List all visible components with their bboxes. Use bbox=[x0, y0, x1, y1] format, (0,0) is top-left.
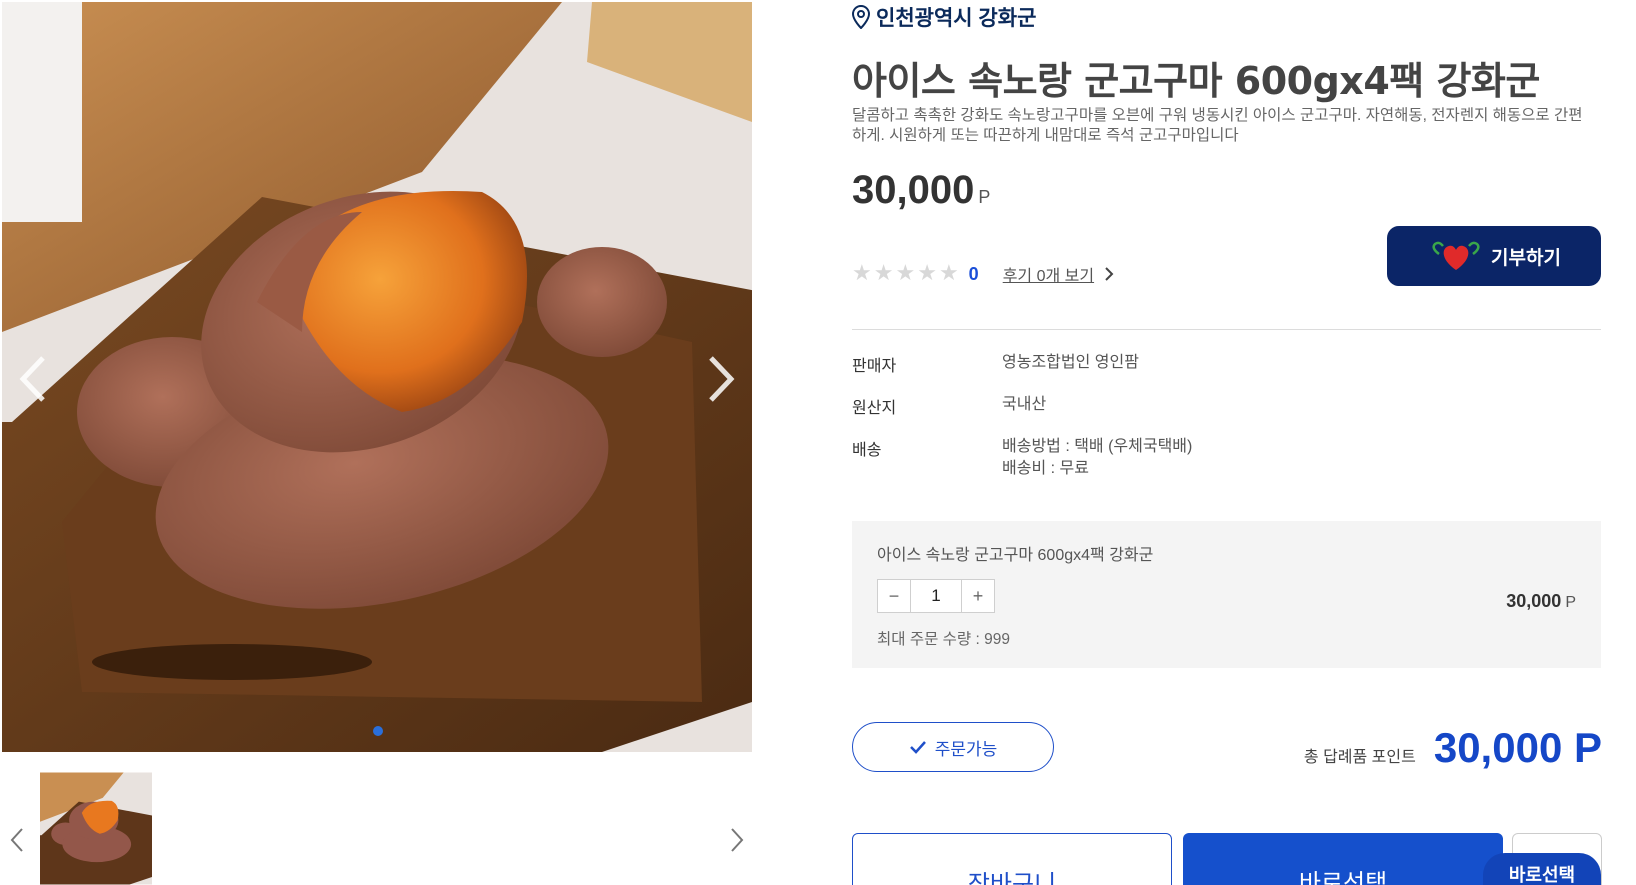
price-unit: P bbox=[978, 187, 991, 207]
spec-value: 국내산 bbox=[1002, 396, 1047, 413]
total-value: 30,000 P bbox=[1433, 724, 1602, 771]
slide-indicator-dot[interactable] bbox=[373, 726, 383, 736]
total-label: 총 답례품 포인트 bbox=[1303, 749, 1416, 766]
availability-label: 주문가능 bbox=[934, 739, 998, 759]
shipping-fee: 배송비 : 무료 bbox=[1002, 460, 1089, 477]
spec-key: 원산지 bbox=[852, 400, 897, 417]
buy-label: 바로선택 bbox=[1298, 870, 1388, 885]
floating-buy-button[interactable]: 바로선택 bbox=[1483, 853, 1601, 885]
option-price: 30,000 P bbox=[1506, 591, 1576, 612]
availability-button[interactable]: 주문가능 bbox=[852, 722, 1054, 772]
max-order-text: 최대 주문 수량 : 999 bbox=[877, 631, 1010, 648]
spec-value: 배송방법 : 택배 (우체국택배) 배송비 : 무료 bbox=[1002, 436, 1192, 480]
chevron-right-icon bbox=[731, 828, 744, 852]
rating-row: ★ ★ ★ ★ ★ 0 후기 0개 보기 bbox=[852, 262, 1114, 286]
spec-value: 영농조합법인 영인팜 bbox=[1002, 354, 1139, 371]
review-link-text: 후기 0개 보기 bbox=[1002, 268, 1095, 285]
quantity-decrease-button[interactable]: − bbox=[878, 580, 910, 612]
total-points: 총 답례품 포인트 30,000 P bbox=[1304, 724, 1602, 772]
chevron-left-icon bbox=[10, 828, 23, 852]
star-icon: ★ bbox=[873, 261, 894, 286]
location-pin-icon bbox=[852, 5, 870, 29]
sweet-potato-photo bbox=[2, 2, 752, 752]
product-main-image bbox=[2, 2, 752, 752]
region-text: 인천광역시 강화군 bbox=[876, 7, 1037, 30]
region-label: 인천광역시 강화군 bbox=[852, 2, 1036, 32]
buy-now-button[interactable]: 바로선택 bbox=[1183, 833, 1503, 885]
rating-count: 0 bbox=[968, 263, 979, 284]
review-link[interactable]: 후기 0개 보기 bbox=[1003, 262, 1114, 286]
star-icon: ★ bbox=[852, 261, 872, 286]
star-icon: ★ bbox=[917, 261, 937, 286]
shipping-method: 배송방법 : 택배 (우체국택배) bbox=[1002, 438, 1193, 455]
price-value: 30,000 bbox=[852, 168, 975, 212]
donate-label: 기부하기 bbox=[1491, 247, 1561, 269]
option-name: 아이스 속노랑 군고구마 600gx4팩 강화군 bbox=[877, 547, 1154, 564]
thumbnail-image[interactable] bbox=[40, 772, 152, 885]
option-price-unit: P bbox=[1565, 594, 1576, 611]
star-icon: ★ bbox=[895, 261, 916, 286]
thumbnail-photo bbox=[40, 772, 152, 885]
chevron-right-icon bbox=[1105, 267, 1114, 281]
next-image-button[interactable] bbox=[700, 347, 744, 411]
section-divider bbox=[852, 329, 1601, 330]
product-title: 아이스 속노랑 군고구마 600gx4팩 강화군 bbox=[852, 59, 1540, 103]
quantity-stepper: − 1 + bbox=[877, 579, 995, 613]
thumbnail-strip bbox=[0, 760, 752, 885]
prev-image-button[interactable] bbox=[10, 347, 54, 411]
selected-option-box: 아이스 속노랑 군고구마 600gx4팩 강화군 − 1 + 최대 주문 수량 … bbox=[852, 521, 1601, 668]
cart-button[interactable]: 장바구니 bbox=[852, 833, 1172, 885]
star-icon: ★ bbox=[938, 261, 959, 286]
spec-key: 판매자 bbox=[852, 358, 897, 375]
quantity-input[interactable]: 1 bbox=[910, 580, 962, 612]
thumb-prev-button[interactable] bbox=[2, 820, 32, 860]
thumb-next-button[interactable] bbox=[722, 820, 752, 860]
floating-buy-label: 바로선택 bbox=[1508, 865, 1576, 885]
quantity-increase-button[interactable]: + bbox=[962, 580, 994, 612]
heart-icon bbox=[1432, 241, 1480, 270]
donate-button[interactable]: 기부하기 bbox=[1387, 226, 1601, 286]
check-icon bbox=[909, 741, 926, 754]
chevron-right-icon bbox=[709, 356, 735, 402]
option-price-value: 30,000 bbox=[1506, 591, 1562, 611]
product-price: 30,000 P bbox=[852, 168, 990, 213]
spec-key: 배송 bbox=[852, 442, 882, 459]
chevron-left-icon bbox=[19, 356, 45, 402]
cart-label: 장바구니 bbox=[967, 871, 1057, 885]
product-description: 달콤하고 촉촉한 강화도 속노랑고구마를 오븐에 구워 냉동시킨 아이스 군고구… bbox=[852, 107, 1583, 144]
